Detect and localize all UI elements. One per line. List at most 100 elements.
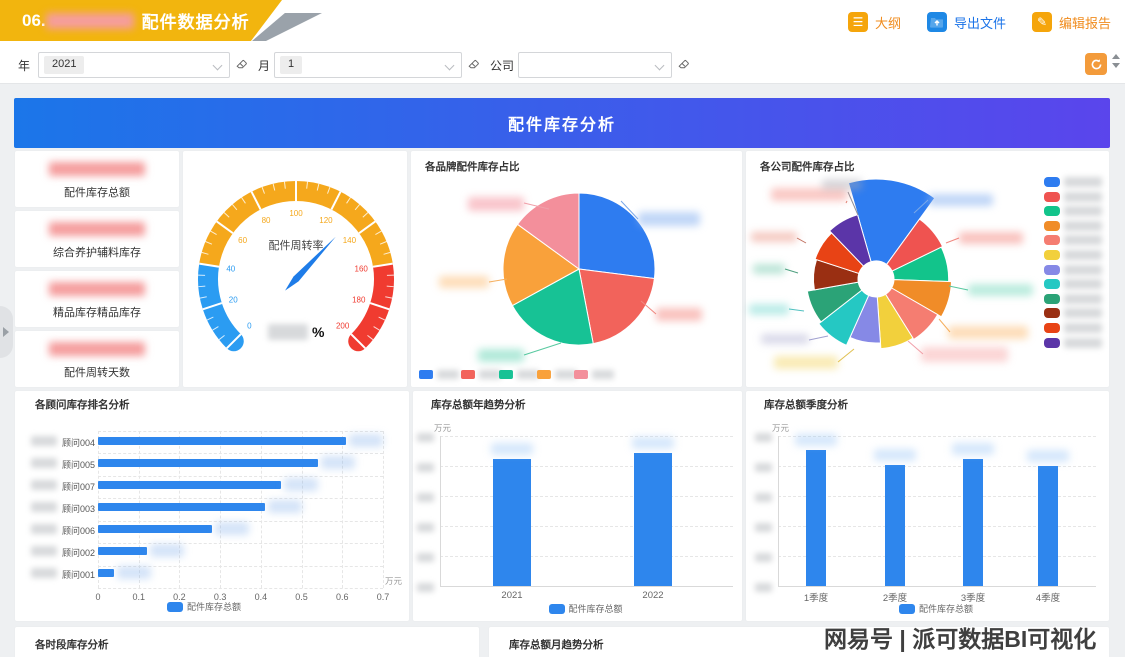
year-clear-eraser-icon[interactable] <box>234 56 249 71</box>
bar[interactable] <box>98 569 114 577</box>
redacted-category-prefix <box>31 480 57 490</box>
redacted-rose-label <box>822 179 862 190</box>
legend-item[interactable] <box>1044 338 1102 348</box>
report-number: 06. <box>22 11 46 31</box>
chart-legend[interactable]: 配件库存总额 <box>549 602 623 615</box>
y-axis-unit: 万元 <box>772 422 789 434</box>
chevron-down-icon[interactable] <box>214 62 222 70</box>
month-selected-chip[interactable]: 1 <box>280 56 302 74</box>
redacted-legend-label <box>1064 221 1102 231</box>
redacted-value-label <box>215 522 249 535</box>
bar[interactable] <box>98 459 318 467</box>
edit-report-button[interactable]: ✎ 编辑报告 <box>1032 12 1111 32</box>
gauge-tick-label: 20 <box>229 295 238 304</box>
chevron-down-icon[interactable] <box>446 62 454 70</box>
gauge-title: 配件周转率 <box>183 237 409 253</box>
x-axis-category-label: 2021 <box>487 590 537 601</box>
bar[interactable] <box>885 465 905 587</box>
month-select[interactable]: 1 <box>274 52 462 78</box>
redacted-rose-label <box>774 356 838 369</box>
redacted-value-label <box>632 437 674 449</box>
company-clear-eraser-icon[interactable] <box>676 56 691 71</box>
x-axis-unit: 万元 <box>385 575 402 587</box>
legend-item[interactable] <box>574 370 614 379</box>
kpi-card[interactable]: 精品库存精品库存 <box>14 270 180 328</box>
export-file-button[interactable]: 导出文件 <box>927 12 1006 32</box>
collapse-panel-handle[interactable] <box>0 306 13 358</box>
company-filter-label: 公司 <box>490 57 514 74</box>
legend-swatch <box>1044 338 1060 348</box>
x-axis-tick-label: 0 <box>88 592 108 602</box>
x-axis-tick-label: 0.1 <box>129 592 149 602</box>
legend-swatch <box>1044 308 1060 318</box>
company-rose-card: 各公司配件库存占比 <box>745 150 1110 388</box>
legend-item[interactable] <box>1044 323 1102 333</box>
legend-item[interactable] <box>461 370 501 379</box>
legend-item[interactable] <box>419 370 459 379</box>
spinner-up-icon[interactable] <box>1112 54 1120 59</box>
legend-swatch <box>1044 235 1060 245</box>
edit-pencil-icon: ✎ <box>1032 12 1052 32</box>
company-select[interactable] <box>518 52 672 78</box>
legend-item[interactable] <box>537 370 577 379</box>
chart-legend[interactable]: 配件库存总额 <box>899 602 973 615</box>
kpi-card[interactable]: 配件周转天数 <box>14 330 180 388</box>
redacted-rose-label <box>751 232 797 242</box>
legend-item[interactable] <box>1044 235 1102 245</box>
rose-callout-line <box>949 286 968 290</box>
bar[interactable] <box>98 503 265 511</box>
legend-swatch <box>1044 192 1060 202</box>
gauge-minor-tick <box>387 286 394 287</box>
legend-item[interactable] <box>499 370 539 379</box>
outline-button[interactable]: ☰ 大纲 <box>848 12 901 32</box>
legend-item[interactable] <box>1044 265 1102 275</box>
legend-swatch <box>461 370 475 379</box>
redacted-y-tick-label <box>755 433 772 442</box>
collapse-spinner[interactable] <box>1112 54 1122 74</box>
edit-label: 编辑报告 <box>1059 13 1111 32</box>
redacted-rose-label <box>753 264 785 274</box>
year-select[interactable]: 2021 <box>38 52 230 78</box>
spinner-down-icon[interactable] <box>1112 63 1120 68</box>
legend-swatch <box>419 370 433 379</box>
turnover-gauge-chart[interactable]: 020406080100120140160180200 <box>183 151 409 389</box>
bar[interactable] <box>493 459 531 587</box>
bar[interactable] <box>98 525 212 533</box>
kpi-card[interactable]: 配件库存总额 <box>14 150 180 208</box>
brand-pie-chart[interactable] <box>411 151 744 389</box>
grid-line <box>342 431 343 588</box>
redacted-value-label <box>150 544 184 557</box>
bar[interactable] <box>963 459 983 587</box>
redacted-rose-label <box>968 284 1033 296</box>
legend-item[interactable] <box>1044 192 1102 202</box>
legend-item[interactable] <box>1044 308 1102 318</box>
chart-legend[interactable]: 配件库存总额 <box>167 600 241 613</box>
bar[interactable] <box>98 437 346 445</box>
bar[interactable] <box>806 450 826 587</box>
bar[interactable] <box>98 481 281 489</box>
month-clear-eraser-icon[interactable] <box>466 56 481 71</box>
month-filter-label: 月 <box>258 57 270 74</box>
year-selected-chip[interactable]: 2021 <box>44 56 84 74</box>
pie-slice[interactable] <box>579 193 655 279</box>
rose-callout-line <box>797 238 806 243</box>
legend-item[interactable] <box>1044 250 1102 260</box>
redacted-y-tick-label <box>417 493 434 502</box>
redacted-value-label <box>268 500 302 513</box>
legend-swatch <box>167 602 183 612</box>
bar[interactable] <box>1038 466 1058 586</box>
legend-item[interactable] <box>1044 221 1102 231</box>
legend-item[interactable] <box>1044 294 1102 304</box>
refresh-button[interactable] <box>1085 53 1107 75</box>
legend-item[interactable] <box>1044 206 1102 216</box>
gauge-tick-label: 40 <box>226 265 235 274</box>
legend-item[interactable] <box>1044 279 1102 289</box>
bar[interactable] <box>98 547 147 555</box>
y-axis-unit: 万元 <box>434 422 451 434</box>
kpi-card[interactable]: 综合养护辅料库存 <box>14 210 180 268</box>
redacted-legend-label <box>479 370 501 379</box>
chevron-down-icon[interactable] <box>656 62 664 70</box>
redacted-legend-label <box>1064 323 1102 333</box>
bar[interactable] <box>634 453 672 587</box>
legend-item[interactable] <box>1044 177 1102 187</box>
